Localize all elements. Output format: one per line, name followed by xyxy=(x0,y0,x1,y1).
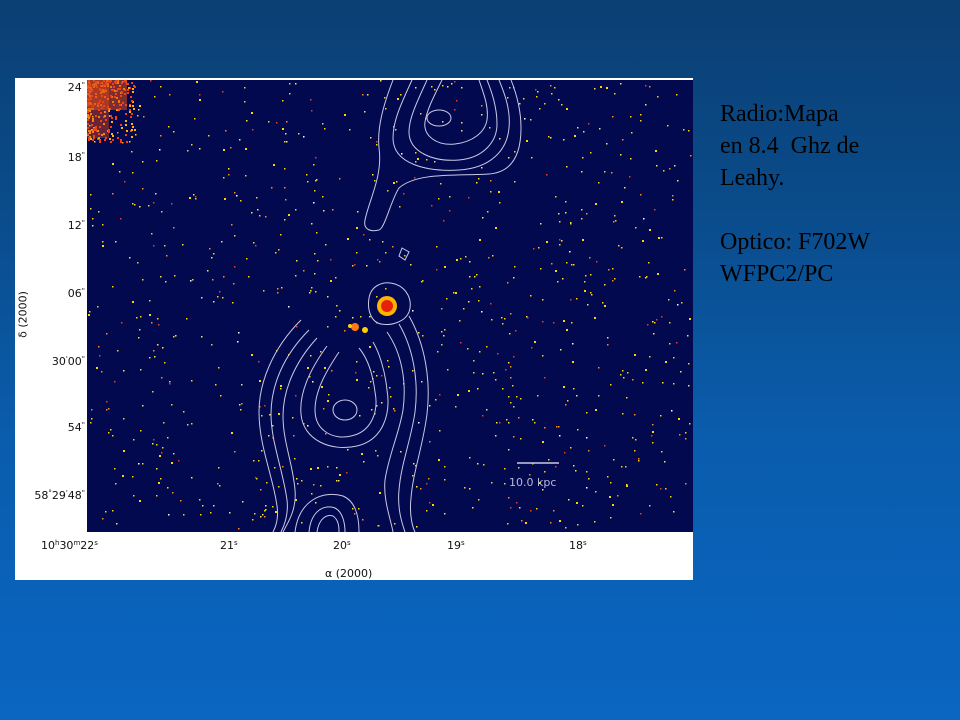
dec-tick-54: 54" xyxy=(67,421,85,434)
corner-cluster xyxy=(87,80,127,138)
ra-tick-18: 18s xyxy=(569,539,587,552)
ra-tick-10-30-22: 10h30m22s xyxy=(41,539,98,552)
x-axis-label: α (2000) xyxy=(325,567,373,580)
dec-tick-18: 18" xyxy=(67,151,85,164)
caption-radio-line-1: Radio:Mapa xyxy=(720,101,839,127)
dec-tick-58-29-48: 58°29'48" xyxy=(34,489,85,502)
ra-tick-20: 20s xyxy=(333,539,351,552)
ra-tick-19: 19s xyxy=(447,539,465,552)
dec-tick-12: 12" xyxy=(67,219,85,232)
caption-optical-line-2: WFPC2/PC xyxy=(720,261,834,287)
caption-radio-line-2: en 8.4 Ghz de xyxy=(720,133,860,159)
sky-canvas xyxy=(87,80,692,532)
slide-caption: Radio:Mapa en 8.4 Ghz de Leahy. Optico: … xyxy=(720,98,945,290)
caption-optical-line-1: Optico: F702W xyxy=(720,229,870,255)
optical-sky-image: 10.0 kpc xyxy=(87,80,693,532)
astronomical-figure: 24" 18" 12" 06" 30'00" 54" 58°29'48" δ (… xyxy=(15,78,693,580)
dec-tick-24: 24" xyxy=(67,81,85,94)
scale-bar-label: 10.0 kpc xyxy=(509,476,557,489)
y-axis-label: δ (2000) xyxy=(16,291,30,338)
dec-tick-30-00: 30'00" xyxy=(51,355,85,368)
ra-tick-21: 21s xyxy=(220,539,238,552)
caption-radio-line-3: Leahy. xyxy=(720,165,785,191)
galaxy-core xyxy=(348,296,397,333)
